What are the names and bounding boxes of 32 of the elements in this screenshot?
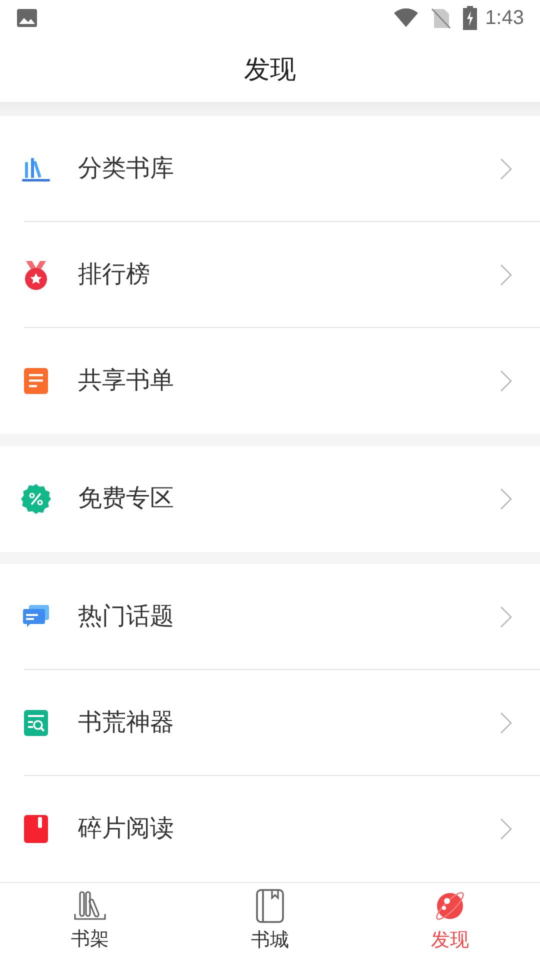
books-icon bbox=[21, 156, 51, 182]
menu-item[interactable]: 碎片阅读 bbox=[0, 776, 540, 882]
menu-item[interactable]: 热门话题 bbox=[0, 564, 540, 670]
tab[interactable]: 发现 bbox=[360, 883, 540, 960]
tab[interactable]: 书城 bbox=[180, 883, 360, 960]
menu-item[interactable]: 共享书单 bbox=[0, 328, 540, 434]
tab[interactable]: 书架 bbox=[0, 883, 180, 960]
chevron-right-icon bbox=[500, 488, 512, 510]
bookshelf-icon bbox=[73, 890, 107, 922]
menu-item[interactable]: 书荒神器 bbox=[0, 670, 540, 776]
chat-icon bbox=[22, 604, 50, 630]
no-sim-icon bbox=[431, 7, 452, 29]
chevron-right-icon bbox=[500, 158, 512, 180]
page-title: 发现 bbox=[244, 52, 296, 86]
book-icon bbox=[23, 814, 49, 844]
chevron-right-icon bbox=[500, 264, 512, 286]
image-icon bbox=[16, 8, 38, 28]
search-document-icon bbox=[23, 709, 49, 737]
document-icon bbox=[23, 367, 49, 395]
menu-item[interactable]: 免费专区 bbox=[0, 446, 540, 552]
medal-icon bbox=[23, 259, 49, 291]
battery-icon bbox=[463, 6, 478, 30]
chevron-right-icon bbox=[500, 370, 512, 392]
chevron-right-icon bbox=[500, 712, 512, 734]
menu-item[interactable]: 分类书库 bbox=[0, 116, 540, 222]
chevron-right-icon bbox=[500, 606, 512, 628]
clock: 1:43 bbox=[485, 6, 524, 31]
wifi-icon bbox=[393, 8, 420, 28]
discount-icon bbox=[20, 483, 52, 515]
chevron-right-icon bbox=[500, 818, 512, 840]
menu-item[interactable]: 排行榜 bbox=[0, 222, 540, 328]
book-icon bbox=[255, 889, 285, 924]
